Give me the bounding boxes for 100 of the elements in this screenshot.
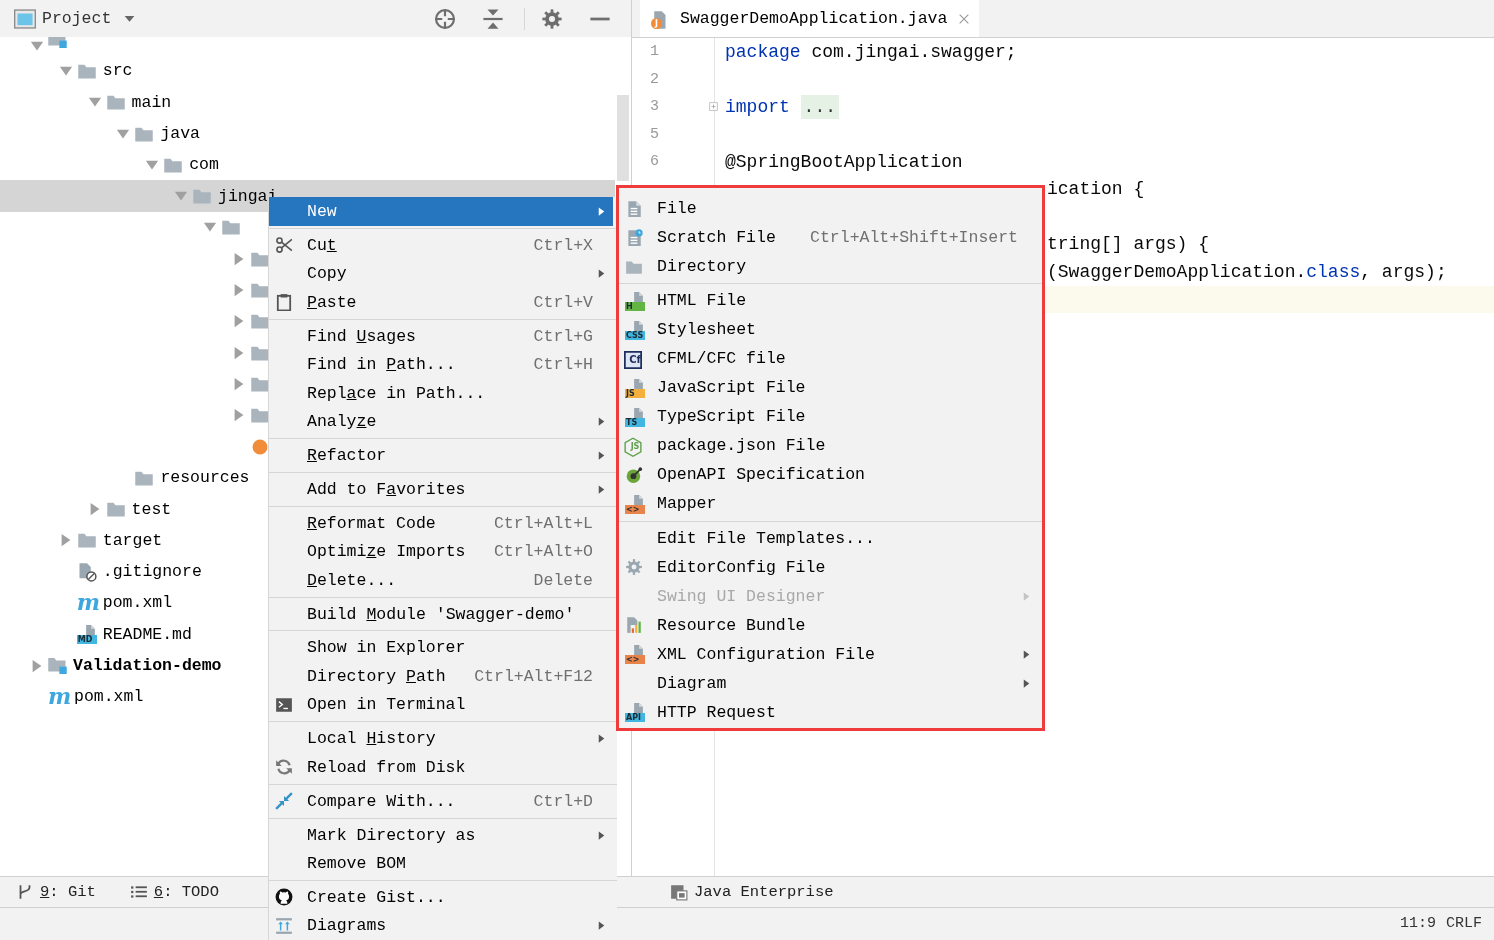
file-type-label: CSS — [625, 330, 645, 340]
menu-item[interactable]: Delete... Delete — [269, 565, 613, 595]
menu-item[interactable]: Reload from Disk — [269, 753, 613, 782]
tree-item[interactable]: resources — [160, 468, 250, 488]
line-number: 2 — [650, 70, 659, 88]
menu-item[interactable]: TS TypeScript File — [619, 402, 1042, 432]
menu-item[interactable]: <> Mapper — [619, 489, 1042, 519]
menu-item[interactable]: API HTTP Request — [619, 697, 1042, 727]
tree-item[interactable]: target — [102, 530, 163, 550]
caret-position[interactable]: 11:9 — [1399, 915, 1436, 932]
css-file-icon — [634, 320, 643, 331]
maven-logo: m — [76, 593, 97, 613]
menu-item[interactable]: Compare With... Ctrl+D — [269, 786, 613, 816]
reload-icon — [275, 758, 293, 777]
menu-item[interactable]: Analyze — [269, 407, 613, 436]
menu-item[interactable]: Replace in Path... — [269, 378, 613, 408]
project-view-dropdown[interactable]: Project — [42, 9, 137, 28]
file-icon — [625, 199, 643, 218]
menu-item[interactable]: Directory Path Ctrl+Alt+F12 — [269, 662, 613, 691]
hexagon-icon — [623, 436, 643, 457]
menu-item[interactable]: JS JavaScript File — [619, 373, 1042, 403]
menu-item[interactable]: Cut Ctrl+X — [269, 230, 613, 260]
module-folder-icon — [48, 657, 67, 674]
menu-item[interactable]: Directory — [619, 252, 1042, 281]
menu-item[interactable]: Optimize Imports Ctrl+Alt+O — [269, 537, 613, 566]
openapi-icon — [625, 465, 643, 484]
menu-item[interactable]: Find Usages Ctrl+G — [269, 321, 613, 351]
menu-item[interactable]: <> XML Configuration File — [619, 639, 1042, 669]
tree-item[interactable]: java — [160, 124, 200, 144]
menu-item[interactable]: OpenAPI Specification — [619, 460, 1042, 490]
menu-item[interactable]: Scratch File Ctrl+Alt+Shift+Insert — [619, 223, 1042, 252]
menu-item[interactable]: Remove BOM — [269, 849, 613, 878]
menu-item[interactable]: JS package.json File — [619, 431, 1042, 461]
menu-item[interactable]: Local History — [269, 724, 613, 753]
shortcut: Ctrl+Alt+F12 — [474, 666, 593, 686]
shortcut: Ctrl+H — [533, 355, 593, 374]
submenu-arrow-icon — [596, 449, 607, 461]
file-type-label: <> — [625, 504, 645, 514]
line-number: 6 — [650, 153, 659, 171]
menu-item[interactable]: Resource Bundle — [619, 610, 1042, 640]
compare-arrows-icon — [275, 792, 293, 811]
tree-item[interactable]: Validation-demo — [73, 656, 222, 676]
menu-item[interactable]: H HTML File — [619, 286, 1042, 316]
menu-item[interactable]: Diagrams — [269, 911, 613, 940]
scrollbar[interactable] — [617, 95, 629, 181]
menu-item[interactable]: Paste Ctrl+V — [269, 287, 613, 317]
collapse-all-icon[interactable] — [482, 7, 504, 30]
menu-item[interactable]: Add to Favorites — [269, 475, 613, 504]
submenu-arrow-icon — [596, 205, 607, 217]
tool-window-button[interactable]: Java Enterprise — [670, 883, 834, 901]
file-type-label: <> — [625, 655, 645, 665]
chart-file-icon — [625, 616, 643, 635]
shortcut: Ctrl+Alt+L — [493, 513, 593, 533]
menu-item[interactable]: EditorConfig File — [619, 552, 1042, 582]
menu-item[interactable]: Build Module 'Swagger-demo' — [269, 599, 613, 629]
submenu-arrow-icon — [596, 920, 607, 932]
settings-icon[interactable] — [541, 7, 563, 30]
code-line: ication { — [1047, 179, 1145, 200]
tree-item[interactable]: .gitignore — [102, 562, 202, 582]
tree-item[interactable]: src — [102, 61, 133, 81]
tool-window-button[interactable]: 6: TODO — [129, 883, 219, 901]
editor-tab[interactable]: J SwaggerDemoApplication.java — [640, 0, 980, 37]
menu-item[interactable]: Create Gist... — [269, 883, 613, 912]
line-number: 5 — [650, 125, 659, 143]
tree-item[interactable]: pom.xml — [102, 593, 173, 613]
shortcut: Ctrl+D — [533, 791, 593, 811]
menu-item[interactable]: Edit File Templates... — [619, 523, 1042, 553]
menu-item[interactable]: Copy — [269, 259, 613, 288]
file-type-label: JS — [630, 441, 640, 451]
tree-item[interactable]: main — [131, 92, 172, 112]
file-type-label: API — [625, 713, 645, 723]
menu-item[interactable]: Find in Path... Ctrl+H — [269, 350, 613, 379]
menu-item[interactable]: Reformat Code Ctrl+Alt+L — [269, 508, 613, 538]
tree-item[interactable]: README.md — [102, 624, 192, 644]
menu-item[interactable]: Refactor — [269, 441, 613, 470]
menu-item[interactable]: Mark Directory as — [269, 820, 613, 850]
tree-item[interactable]: pom.xml — [74, 687, 144, 707]
menu-item[interactable]: Open in Terminal — [269, 690, 613, 720]
menu-item[interactable]: New — [269, 197, 613, 226]
menu-item[interactable]: Diagram — [619, 668, 1042, 698]
locate-icon[interactable] — [434, 7, 456, 30]
xml-file-icon — [634, 494, 643, 505]
caret-right-icon — [30, 658, 44, 673]
file-type-label: TS — [625, 417, 645, 427]
menu-item[interactable]: CSS Stylesheet — [619, 315, 1042, 345]
tree-item[interactable]: test — [131, 499, 172, 519]
tree-item[interactable]: com — [189, 155, 219, 175]
submenu-arrow-icon — [1021, 677, 1032, 689]
submenu-arrow-icon — [596, 733, 607, 745]
markdown-file-icon — [85, 625, 95, 636]
submenu-arrow-icon — [1021, 590, 1032, 602]
submenu-arrow-icon — [596, 829, 607, 841]
line-separator[interactable]: CRLF — [1446, 915, 1482, 932]
diagram-icon — [275, 916, 293, 935]
menu-item[interactable]: File — [619, 194, 1042, 223]
menu-item[interactable]: Show in Explorer — [269, 633, 613, 663]
tool-window-button[interactable]: 9: Git — [16, 883, 96, 901]
code-line: @SpringBootApplication — [725, 151, 963, 172]
shortcut: Ctrl+Alt+Shift+Insert — [810, 228, 1018, 247]
code-line: import ... — [725, 96, 839, 117]
